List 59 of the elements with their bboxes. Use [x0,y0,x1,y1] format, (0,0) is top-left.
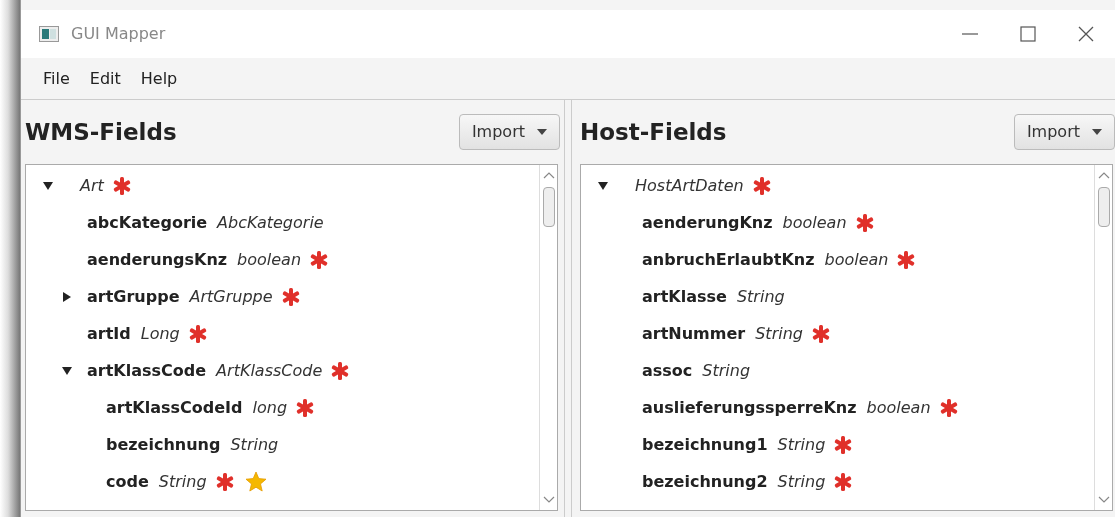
caret-icon [1092,129,1102,135]
scroll-up-icon[interactable] [542,171,555,179]
field-type: HostArtDaten [635,174,744,197]
field-name: artId [87,322,131,345]
field-type: String [755,322,803,345]
field-name: bezeichnung [106,433,221,456]
scrollbar[interactable] [539,165,557,510]
field-type: ArtKlassCode [216,359,323,382]
menu-item[interactable]: File [33,66,80,91]
field-type: String [777,433,826,456]
panel-title: WMS-Fields [25,117,177,147]
field-type: String [158,470,207,493]
field-name: anbruchErlaubtKnz [642,248,815,271]
scroll-down-icon[interactable] [1097,496,1110,504]
field-name: artNummer [642,322,746,345]
import-button[interactable]: Import [1013,114,1115,150]
field-name: aenderungsKnz [87,248,228,271]
scroll-thumb[interactable] [1097,187,1110,227]
field-type: ArtGruppe [189,285,273,308]
close-icon[interactable] [1077,25,1095,43]
collapse-arrow-icon[interactable] [42,179,54,192]
collapse-arrow-icon[interactable] [61,364,73,377]
maximize-icon[interactable] [1019,25,1037,43]
field-type: long [252,396,288,419]
field-type: String [777,470,826,493]
collapse-arrow-icon[interactable] [597,179,609,192]
field-name: bezeichnung2 [642,470,768,493]
field-name: artKlassCode [87,359,207,382]
field-name: bezeichnung1 [642,433,768,456]
field-type: boolean [237,248,302,271]
expand-arrow-icon[interactable] [61,290,73,303]
import-button[interactable]: Import [458,114,560,150]
field-name: code [106,470,149,493]
field-type: AbcKategorie [217,211,324,234]
field-type: boolean [866,396,931,419]
scroll-thumb[interactable] [542,187,555,227]
window-title: GUI Mapper [71,23,166,45]
field-type: Long [140,322,180,345]
app-icon [39,26,59,42]
field-type: String [702,359,751,382]
caret-icon [537,129,547,135]
field-type: Art [80,174,104,197]
field-type: String [230,433,279,456]
menu-item[interactable]: Help [130,66,188,91]
field-name: aenderungKnz [642,211,773,234]
menu-item[interactable]: Edit [79,66,131,91]
field-name: artKlasse [642,285,727,308]
field-name: auslieferungssperreKnz [642,396,857,419]
scroll-down-icon[interactable] [542,496,555,504]
scrollbar[interactable] [1094,165,1112,510]
field-type: boolean [824,248,889,271]
field-name: artKlassCodeId [106,396,243,419]
panel-title: Host-Fields [580,117,727,147]
field-name: assoc [642,359,693,382]
scroll-up-icon[interactable] [1097,171,1110,179]
field-type: String [736,285,785,308]
field-name: abcKategorie [87,211,208,234]
field-name: artGruppe [87,285,180,308]
field-type: boolean [782,211,847,234]
